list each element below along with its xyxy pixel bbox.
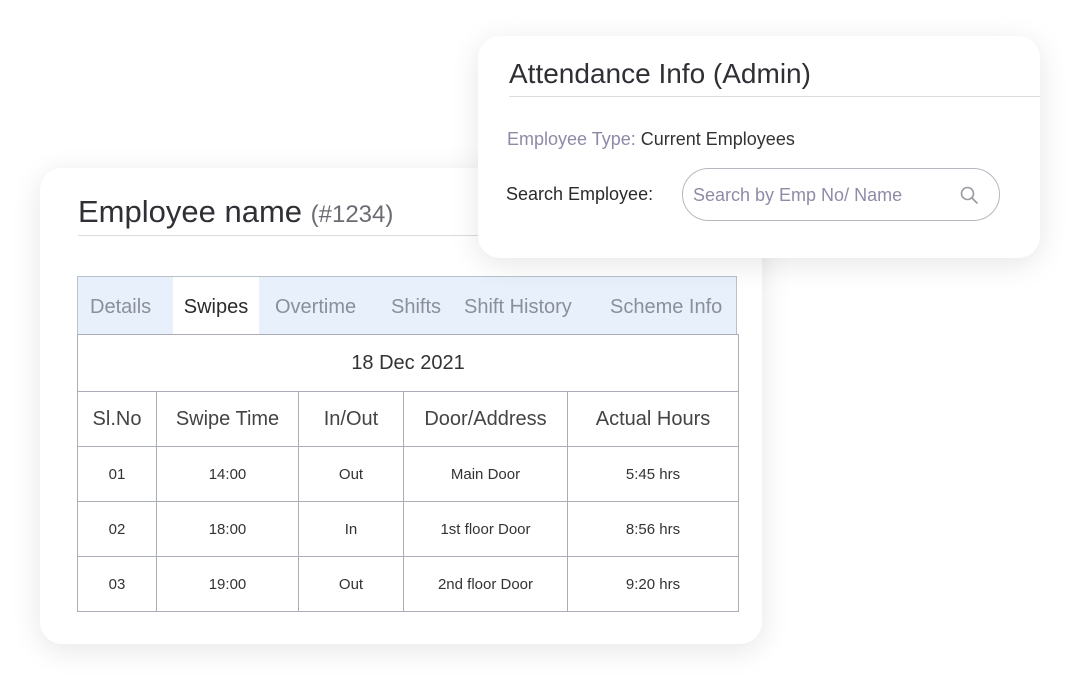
cell-door-address: 2nd floor Door xyxy=(403,556,568,612)
divider xyxy=(78,235,498,236)
table-row: 02 18:00 In 1st floor Door 8:56 hrs xyxy=(77,501,740,557)
cell-in-out: In xyxy=(298,501,404,557)
tab-swipes[interactable]: Swipes xyxy=(173,277,259,335)
column-header-sl-no: Sl.No xyxy=(77,391,157,447)
cell-sl-no: 03 xyxy=(77,556,157,612)
stage: Employee name (#1234) Details Swipes Ove… xyxy=(0,0,1080,696)
attendance-title: Attendance Info (Admin) xyxy=(509,58,811,89)
attendance-info-card: Attendance Info (Admin) Employee Type: C… xyxy=(478,36,1040,258)
employee-type-value: Current Employees xyxy=(640,129,795,149)
date-row: 18 Dec 2021 xyxy=(76,334,740,392)
cell-swipe-time: 18:00 xyxy=(156,501,299,557)
swipe-date: 18 Dec 2021 xyxy=(76,334,740,392)
tab-shift-history[interactable]: Shift History xyxy=(464,277,572,335)
tab-overtime[interactable]: Overtime xyxy=(275,277,356,335)
search-employee-label: Search Employee: xyxy=(506,184,654,204)
search-employee-box[interactable] xyxy=(682,168,1000,222)
cell-actual-hours: 8:56 hrs xyxy=(566,501,740,557)
table-row: 01 14:00 Out Main Door 5:45 hrs xyxy=(77,446,740,502)
swipes-table: 18 Dec 2021 Sl.No Swipe Time In/Out Door… xyxy=(76,334,740,612)
cell-door-address: 1st floor Door xyxy=(403,501,568,557)
tab-scheme-info[interactable]: Scheme Info xyxy=(610,277,722,335)
table-row: 03 19:00 Out 2nd floor Door 9:20 hrs xyxy=(77,556,740,612)
cell-actual-hours: 9:20 hrs xyxy=(566,556,740,612)
employee-name: Employee name xyxy=(78,194,303,229)
column-header-in-out: In/Out xyxy=(298,391,404,447)
employee-type-label: Employee Type: xyxy=(507,129,636,149)
tab-details[interactable]: Details xyxy=(90,277,151,335)
column-header-swipe-time: Swipe Time xyxy=(156,391,299,447)
employee-id: (#1234) xyxy=(310,201,394,228)
column-header-door-address: Door/Address xyxy=(403,391,568,447)
cell-swipe-time: 14:00 xyxy=(156,446,299,502)
search-employee-input[interactable] xyxy=(691,169,955,222)
table-header-row: Sl.No Swipe Time In/Out Door/Address Act… xyxy=(77,391,740,447)
cell-in-out: Out xyxy=(298,446,404,502)
cell-door-address: Main Door xyxy=(403,446,568,502)
cell-swipe-time: 19:00 xyxy=(156,556,299,612)
cell-actual-hours: 5:45 hrs xyxy=(566,446,740,502)
tab-shifts[interactable]: Shifts xyxy=(391,277,441,335)
divider xyxy=(509,96,1040,97)
employee-tabs: Details Swipes Overtime Shifts Shift His… xyxy=(77,276,737,335)
cell-in-out: Out xyxy=(298,556,404,612)
cell-sl-no: 01 xyxy=(77,446,157,502)
column-header-actual-hours: Actual Hours xyxy=(566,391,740,447)
employee-type: Employee Type: Current Employees xyxy=(507,129,795,150)
search-icon[interactable] xyxy=(959,185,979,205)
employee-heading: Employee name (#1234) xyxy=(78,194,393,230)
cell-sl-no: 02 xyxy=(77,501,157,557)
